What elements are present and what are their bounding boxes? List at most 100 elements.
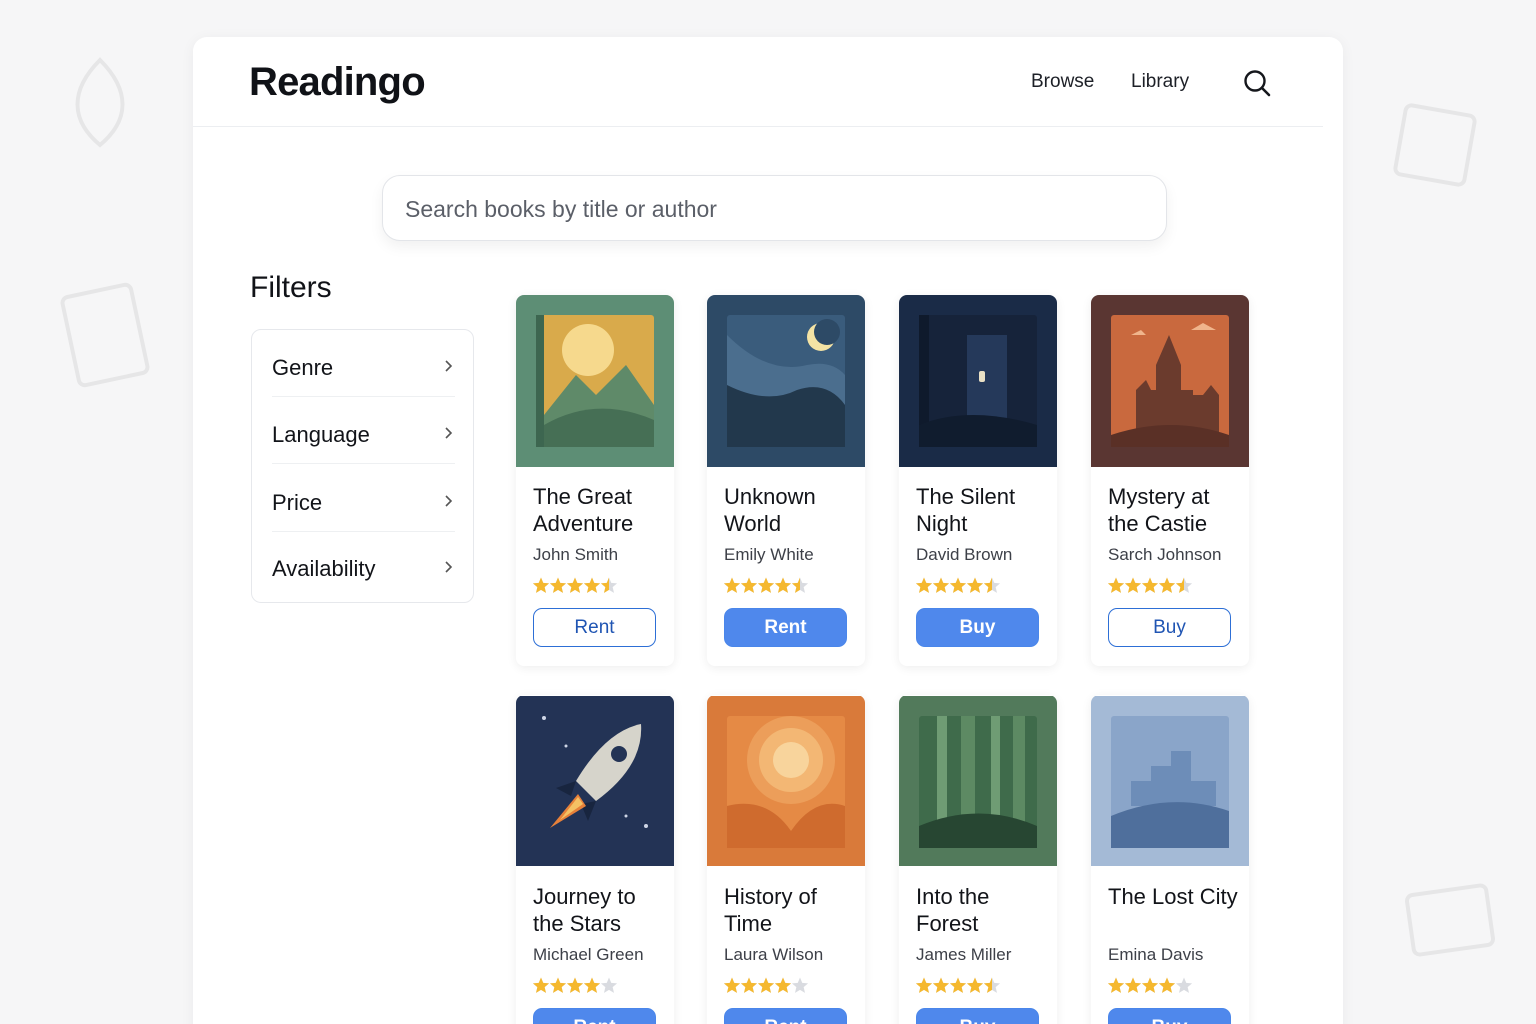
star-fill-icon <box>723 977 741 993</box>
top-navigation-bar: Readingo Browse Library <box>193 37 1323 127</box>
background-book-doodle <box>1393 103 1477 187</box>
star-fill-icon <box>774 577 792 593</box>
star-fill-icon <box>774 977 792 993</box>
book-cover-rocket <box>516 696 674 866</box>
buy-button[interactable]: Buy <box>916 1008 1039 1024</box>
star-fill-icon <box>740 977 758 993</box>
star-rating <box>532 977 618 993</box>
filter-language[interactable]: Language <box>272 402 455 464</box>
book-cover-city-ruins <box>1091 696 1249 866</box>
book-title: The Silent Night <box>916 484 1016 536</box>
book-cover-sunburst <box>707 696 865 866</box>
star-rating <box>1107 577 1193 593</box>
rent-button[interactable]: Rent <box>724 1008 847 1024</box>
rent-button[interactable]: Rent <box>533 608 656 647</box>
star-fill-icon <box>1158 977 1176 993</box>
star-icon <box>600 977 618 993</box>
star-fill-icon <box>966 977 984 993</box>
book-card[interactable]: The Great Adventure John Smith Rent <box>516 295 674 666</box>
chevron-right-icon <box>445 561 453 573</box>
star-fill-icon <box>723 577 741 593</box>
star-icon <box>791 977 809 993</box>
app-logo[interactable]: Readingo <box>249 60 426 105</box>
background-book-doodle <box>1404 883 1496 957</box>
star-fill-icon <box>566 977 584 993</box>
filter-label: Price <box>272 490 323 515</box>
star-fill-icon <box>949 577 967 593</box>
nav-library-link[interactable]: Library <box>1131 71 1189 93</box>
star-fill-icon <box>1124 577 1142 593</box>
book-title: Mystery at the Castie <box>1108 484 1210 536</box>
book-card[interactable]: Unknown World Emily White Rent <box>707 295 865 666</box>
book-title: The Lost City <box>1108 884 1238 909</box>
background-leaf-doodle <box>75 57 125 148</box>
filter-availability[interactable]: Availability <box>272 536 455 598</box>
filter-label: Language <box>272 422 370 447</box>
filter-label: Availability <box>272 556 376 581</box>
star-rating <box>1107 977 1193 993</box>
book-author: Michael Green <box>533 945 644 964</box>
filters-panel: Genre Language Price Availability <box>251 329 474 603</box>
book-author: Sarch Johnson <box>1108 545 1222 564</box>
filters-heading: Filters <box>250 271 332 304</box>
search-icon[interactable] <box>1241 67 1273 99</box>
rent-button[interactable]: Rent <box>533 1008 656 1024</box>
star-fill-icon <box>932 577 950 593</box>
book-cover-mountain-sun <box>516 295 674 467</box>
star-rating <box>915 977 1001 993</box>
star-fill-icon <box>549 977 567 993</box>
book-cover-dark-tower <box>899 295 1057 467</box>
book-card[interactable]: Into the Forest James Miller Buy <box>899 695 1057 1024</box>
buy-button[interactable]: Buy <box>1108 1008 1231 1024</box>
book-author: James Miller <box>916 945 1012 964</box>
star-fill-icon <box>1141 577 1159 593</box>
search-bar <box>382 175 1167 241</box>
star-fill-icon <box>915 977 933 993</box>
book-cover-forest <box>899 696 1057 866</box>
book-card[interactable]: The Lost City Emina Davis Buy <box>1091 695 1249 1024</box>
buy-button[interactable]: Buy <box>916 608 1039 647</box>
book-title: History of Time <box>724 884 817 936</box>
star-fill-icon <box>583 977 601 993</box>
background-book-doodle <box>60 282 150 388</box>
app-window: Readingo Browse Library Filters Genre La… <box>193 37 1343 1024</box>
book-card[interactable]: Mystery at the Castie Sarch Johnson Buy <box>1091 295 1249 666</box>
book-cover-night-hills-moon <box>707 295 865 467</box>
star-fill-icon <box>915 577 933 593</box>
star-fill-icon <box>932 977 950 993</box>
star-fill-icon <box>949 977 967 993</box>
filter-genre[interactable]: Genre <box>272 335 455 397</box>
book-card[interactable]: The Silent Night David Brown Buy <box>899 295 1057 666</box>
star-fill-icon <box>532 577 550 593</box>
star-fill-icon <box>549 577 567 593</box>
filter-price[interactable]: Price <box>272 470 455 532</box>
star-fill-icon <box>757 977 775 993</box>
book-card[interactable]: Journey to the Stars Michael Green Rent <box>516 695 674 1024</box>
star-fill-icon <box>583 577 601 593</box>
book-title: Into the Forest <box>916 884 990 936</box>
rent-button[interactable]: Rent <box>724 608 847 647</box>
book-title: Journey to the Stars <box>533 884 636 936</box>
book-author: Emily White <box>724 545 814 564</box>
filter-label: Genre <box>272 355 334 380</box>
star-icon <box>1175 977 1193 993</box>
search-input[interactable] <box>405 192 1145 226</box>
chevron-right-icon <box>445 360 453 372</box>
star-rating <box>723 977 809 993</box>
book-title: The Great Adventure <box>533 484 634 536</box>
star-fill-icon <box>1107 577 1125 593</box>
star-fill-icon <box>1107 977 1125 993</box>
star-rating <box>532 577 618 593</box>
book-author: John Smith <box>533 545 619 564</box>
book-card[interactable]: History of Time Laura Wilson Rent <box>707 695 865 1024</box>
star-rating <box>723 577 809 593</box>
nav-browse-link[interactable]: Browse <box>1031 71 1094 93</box>
buy-button[interactable]: Buy <box>1108 608 1231 647</box>
star-fill-icon <box>740 577 758 593</box>
book-author: David Brown <box>916 545 1013 564</box>
star-fill-icon <box>532 977 550 993</box>
book-author: Laura Wilson <box>724 945 824 964</box>
book-title: Unknown World <box>724 484 816 536</box>
star-fill-icon <box>966 577 984 593</box>
star-fill-icon <box>1141 977 1159 993</box>
